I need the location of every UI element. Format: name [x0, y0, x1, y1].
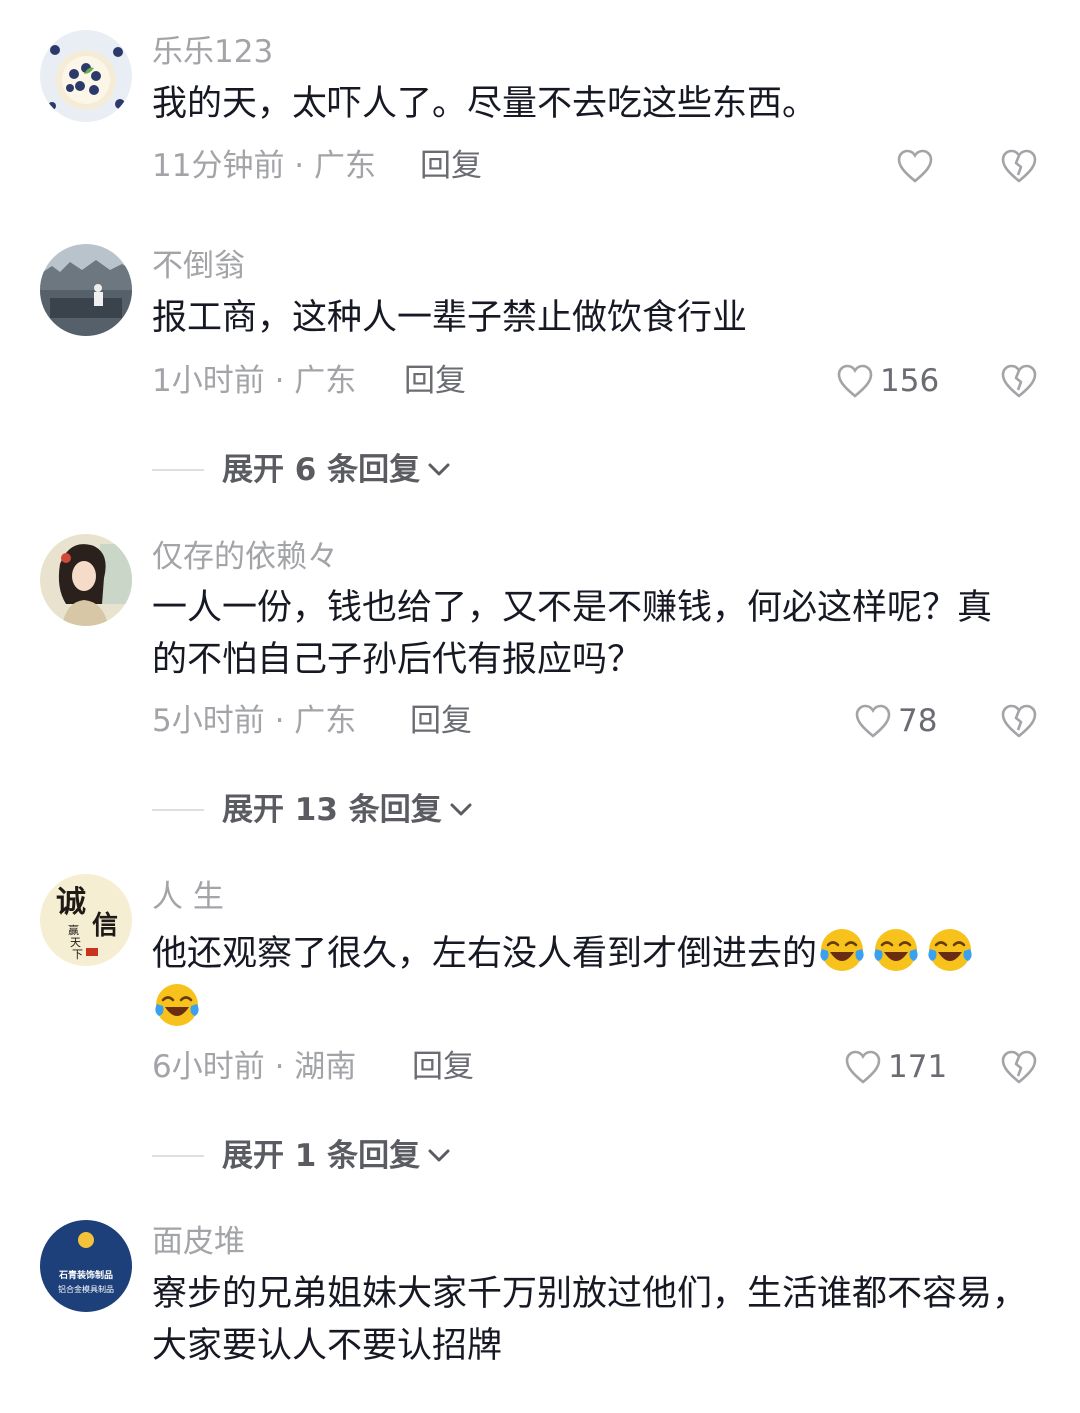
avatar[interactable]: 石青装饰制品 铝合金模具制品	[40, 1220, 132, 1312]
dislike-button[interactable]	[1000, 148, 1038, 184]
avatar-text: 信	[92, 911, 118, 941]
heart-outline-icon	[854, 703, 892, 739]
dislike-button[interactable]	[1000, 703, 1038, 739]
laughing-crying-emoji	[817, 925, 867, 975]
comment-text: 我的天，太吓人了。尽量不去吃这些东西。	[152, 84, 818, 124]
divider	[152, 809, 204, 811]
avatar-text: 石青装饰制品	[58, 1269, 113, 1281]
comment-meta: 1小时前 · 广东	[152, 363, 357, 399]
divider	[152, 469, 204, 471]
expand-replies-label: 展开 1 条回复	[222, 1138, 421, 1174]
avatar-text: 铝合金模具制品	[58, 1284, 114, 1294]
chevron-down-icon	[448, 800, 474, 820]
divider	[152, 1155, 204, 1157]
avatar-text: 诚	[56, 885, 86, 920]
broken-heart-icon	[1000, 1049, 1038, 1085]
like-count: 171	[888, 1049, 948, 1085]
comment-meta: 11分钟前 · 广东	[152, 148, 377, 184]
comment-text: 报工商，这种人一辈子禁止做饮食行业	[152, 298, 748, 338]
comment-meta: 6小时前 · 湖南	[152, 1049, 357, 1085]
like-button[interactable]: 156	[836, 361, 939, 401]
expand-replies-button[interactable]: 展开 6 条回复	[152, 450, 452, 490]
reply-button[interactable]: 回复	[410, 701, 472, 741]
avatar[interactable]: 诚 信 赢 天 下	[40, 874, 132, 966]
avatar-text: 下	[72, 948, 83, 961]
chevron-down-icon	[426, 1146, 452, 1166]
broken-heart-icon	[1000, 148, 1038, 184]
expand-replies-label: 展开 13 条回复	[222, 792, 442, 828]
avatar[interactable]	[40, 30, 132, 122]
avatar[interactable]	[40, 534, 132, 626]
reply-button[interactable]: 回复	[420, 146, 482, 186]
like-button[interactable]	[896, 146, 934, 186]
broken-heart-icon	[1000, 703, 1038, 739]
username[interactable]: 仅存的依赖々	[152, 537, 338, 577]
chevron-down-icon	[426, 460, 452, 480]
like-button[interactable]: 78	[854, 701, 937, 741]
dislike-button[interactable]	[1000, 363, 1038, 399]
like-count: 156	[880, 363, 940, 399]
heart-outline-icon	[896, 148, 934, 184]
expand-replies-button[interactable]: 展开 1 条回复	[152, 1136, 452, 1176]
reply-button[interactable]: 回复	[412, 1047, 474, 1087]
comment-text: 寮步的兄弟姐妹大家千万别放过他们，生活谁都不容易，大家要认人不要认招牌	[152, 1274, 1028, 1366]
like-count: 78	[898, 703, 938, 739]
expand-replies-button[interactable]: 展开 13 条回复	[152, 790, 474, 830]
avatar-text: 赢	[68, 923, 79, 937]
laughing-crying-emoji	[152, 980, 202, 1030]
comment-meta: 5小时前 · 广东	[152, 703, 357, 739]
like-button[interactable]: 171	[844, 1047, 947, 1087]
username[interactable]: 不倒翁	[152, 246, 245, 286]
username[interactable]: 面皮堆	[152, 1222, 245, 1262]
dislike-button[interactable]	[1000, 1049, 1038, 1085]
laughing-crying-emoji	[925, 925, 975, 975]
comment-text: 他还观察了很久，左右没人看到才倒进去的	[152, 925, 1012, 1035]
comment-text: 一人一份，钱也给了，又不是不赚钱，何必这样呢？真的不怕自己子孙后代有报应吗？	[152, 588, 993, 680]
laughing-crying-emoji	[871, 925, 921, 975]
reply-button[interactable]: 回复	[404, 361, 466, 401]
username[interactable]: 乐乐123	[152, 32, 273, 72]
broken-heart-icon	[1000, 363, 1038, 399]
username[interactable]: 人 生	[152, 877, 224, 917]
heart-outline-icon	[836, 363, 874, 399]
expand-replies-label: 展开 6 条回复	[222, 452, 421, 488]
avatar[interactable]	[40, 244, 132, 336]
comment-text-body: 他还观察了很久，左右没人看到才倒进去的	[152, 934, 818, 974]
heart-outline-icon	[844, 1049, 882, 1085]
